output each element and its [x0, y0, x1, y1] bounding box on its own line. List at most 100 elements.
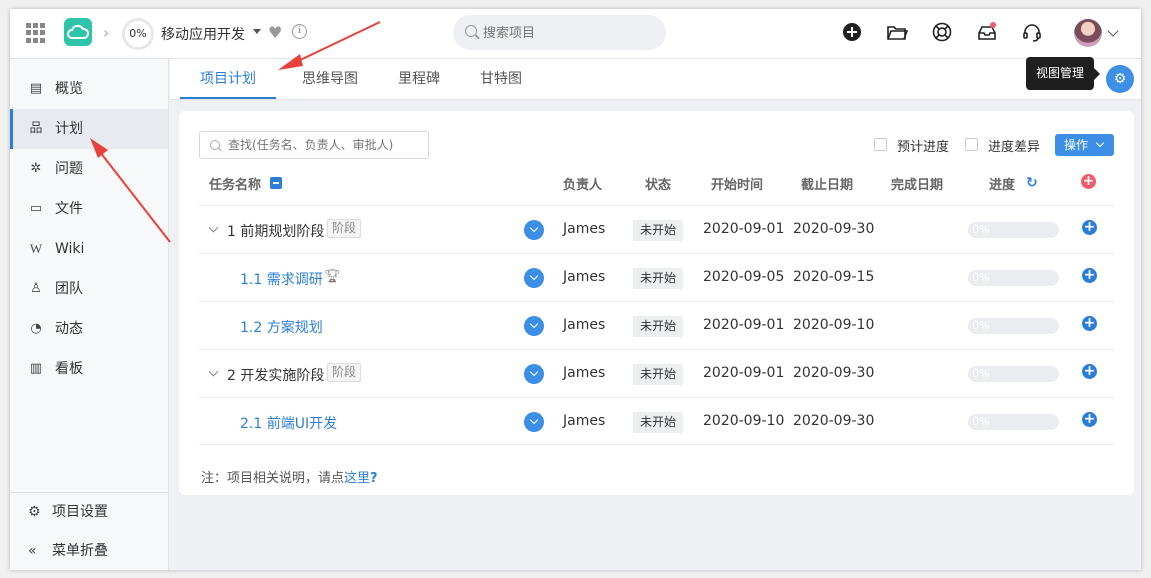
expand-icon[interactable] — [524, 412, 544, 432]
task-start: 2020-09-10 — [703, 413, 785, 429]
status-badge: 未开始 — [633, 268, 684, 289]
bug-icon: ✲ — [30, 161, 42, 176]
operation-dropdown-button[interactable]: 操作 — [1055, 134, 1114, 156]
expand-icon[interactable] — [524, 220, 544, 240]
estimated-progress-label: 预计进度 — [897, 140, 950, 155]
search-input[interactable] — [483, 23, 653, 43]
sidebar-item-wiki[interactable]: W Wiki — [10, 229, 168, 269]
task-name[interactable]: 1.1 需求调研 — [240, 269, 323, 289]
estimated-progress-checkbox[interactable] — [874, 138, 887, 151]
status-badge: 未开始 — [633, 412, 684, 433]
add-subtask-icon[interactable]: + — [1082, 268, 1097, 283]
sidebar-item-board[interactable]: ▥ 看板 — [10, 349, 168, 389]
add-subtask-icon[interactable]: + — [1082, 316, 1097, 331]
sidebar-item-issues[interactable]: ✲ 问题 — [10, 149, 168, 189]
folder-icon: ▭ — [29, 201, 43, 216]
sidebar-item-label: 菜单折叠 — [52, 543, 108, 559]
progress-bar: 0% — [968, 270, 1059, 286]
task-end: 2020-09-10 — [793, 317, 875, 333]
chevron-down-icon[interactable] — [1107, 25, 1119, 37]
hierarchy-icon: 品 — [29, 121, 43, 136]
caret-down-icon[interactable] — [253, 29, 261, 34]
table-row[interactable]: 1.2 方案规划 James 未开始 2020-09-01 2020-09-10… — [199, 301, 1114, 349]
info-icon[interactable]: i — [292, 24, 307, 39]
tab-gantt[interactable]: 甘特图 — [466, 59, 536, 99]
footnote: 注：项目相关说明，请点这里? — [201, 467, 378, 486]
help-mark: ? — [370, 471, 378, 486]
add-icon[interactable] — [841, 21, 863, 43]
header-finish: 完成日期 — [891, 178, 944, 193]
sidebar-item-overview[interactable]: ▤ 概览 — [10, 69, 168, 109]
footnote-link[interactable]: 这里 — [344, 471, 370, 486]
inbox-icon[interactable] — [976, 21, 998, 43]
sidebar-item-label: 文件 — [55, 201, 83, 217]
collapse-icon: « — [28, 543, 37, 559]
task-name[interactable]: 2 开发实施阶段 — [227, 365, 324, 385]
header-task-name[interactable]: 任务名称 — [209, 174, 261, 193]
task-owner: James — [563, 365, 606, 381]
collapse-all-icon[interactable] — [270, 177, 282, 189]
footnote-text: 注：项目相关说明，请点 — [201, 471, 345, 486]
task-end: 2020-09-15 — [793, 269, 875, 285]
sidebar-item-label: 团队 — [55, 281, 83, 297]
header-status: 状态 — [645, 178, 672, 193]
variance-checkbox[interactable] — [965, 138, 978, 151]
expand-icon[interactable] — [524, 364, 544, 384]
task-owner: James — [563, 413, 606, 429]
folder-icon[interactable] — [886, 21, 908, 43]
table-row[interactable]: 2.1 前端UI开发 James 未开始 2020-09-10 2020-09-… — [199, 397, 1114, 445]
task-filter-input[interactable] — [228, 137, 423, 153]
task-name[interactable]: 1 前期规划阶段 — [227, 221, 324, 241]
project-name[interactable]: 移动应用开发 — [161, 24, 245, 44]
tab-project-plan[interactable]: 项目计划 — [180, 59, 276, 99]
refresh-icon[interactable]: ↻ — [1026, 175, 1038, 191]
task-end: 2020-09-30 — [793, 221, 875, 237]
expand-icon[interactable] — [524, 268, 544, 288]
table-row[interactable]: 1 前期规划阶段 阶段 James 未开始 2020-09-01 2020-09… — [199, 205, 1114, 253]
view-tabs: 项目计划 思维导图 里程碑 甘特图 — [170, 59, 1141, 100]
tab-milestones[interactable]: 里程碑 — [384, 59, 454, 99]
task-end: 2020-09-30 — [793, 413, 875, 429]
sidebar-footer: ⚙ 项目设置 « 菜单折叠 — [10, 492, 168, 570]
sidebar-item-label: 计划 — [55, 121, 83, 137]
sidebar-item-activity[interactable]: ◔ 动态 — [10, 309, 168, 349]
add-subtask-icon[interactable]: + — [1082, 220, 1097, 235]
plan-card: 预计进度 进度差异 操作 任务名称 负责人 状态 开始时间 截止日期 完成日期 … — [179, 111, 1134, 495]
headset-icon[interactable] — [1021, 21, 1043, 43]
sidebar-item-plan[interactable]: 品 计划 — [10, 109, 168, 149]
help-buoy-icon[interactable] — [931, 21, 953, 43]
task-name[interactable]: 1.2 方案规划 — [240, 317, 323, 337]
sidebar-item-team[interactable]: ♙ 团队 — [10, 269, 168, 309]
task-filter[interactable] — [199, 131, 429, 159]
chevron-down-icon[interactable] — [208, 222, 219, 233]
wiki-icon: W — [29, 241, 43, 256]
chevron-down-icon[interactable] — [208, 366, 219, 377]
sidebar-item-files[interactable]: ▭ 文件 — [10, 189, 168, 229]
add-subtask-icon[interactable]: + — [1082, 412, 1097, 427]
header-progress: 进度 — [989, 178, 1016, 193]
cloud-logo-icon[interactable] — [64, 18, 92, 46]
app-window: › 0% 移动应用开发 ♥ i ▤ 概览 品 计划 ✲ 问题 — [10, 9, 1141, 570]
gear-icon: ⚙ — [1113, 71, 1127, 87]
sidebar-item-label: 项目设置 — [52, 504, 108, 520]
collapse-menu-button[interactable]: « 菜单折叠 — [10, 532, 168, 570]
table-row[interactable]: 1.1 需求调研 🏆︎ James 未开始 2020-09-05 2020-09… — [199, 253, 1114, 301]
add-task-icon[interactable]: + — [1081, 174, 1096, 189]
progress-bar: 0% — [968, 366, 1059, 382]
view-manage-tooltip: 视图管理 — [1026, 57, 1100, 90]
expand-icon[interactable] — [524, 316, 544, 336]
status-badge: 未开始 — [633, 364, 684, 385]
table-row[interactable]: 2 开发实施阶段 阶段 James 未开始 2020-09-01 2020-09… — [199, 349, 1114, 397]
project-settings-button[interactable]: ⚙ 项目设置 — [10, 493, 168, 532]
user-avatar[interactable] — [1074, 19, 1102, 47]
team-icon: ♙ — [30, 281, 42, 296]
heart-icon[interactable]: ♥ — [268, 23, 282, 42]
apps-grid-icon[interactable] — [26, 23, 46, 43]
activity-icon: ◔ — [30, 321, 42, 336]
add-subtask-icon[interactable]: + — [1082, 364, 1097, 379]
view-settings-button[interactable]: ⚙ — [1106, 65, 1134, 93]
search-box[interactable] — [453, 15, 666, 50]
variance-label: 进度差异 — [988, 140, 1041, 155]
task-name[interactable]: 2.1 前端UI开发 — [240, 413, 337, 433]
tab-mind-map[interactable]: 思维导图 — [288, 59, 372, 99]
